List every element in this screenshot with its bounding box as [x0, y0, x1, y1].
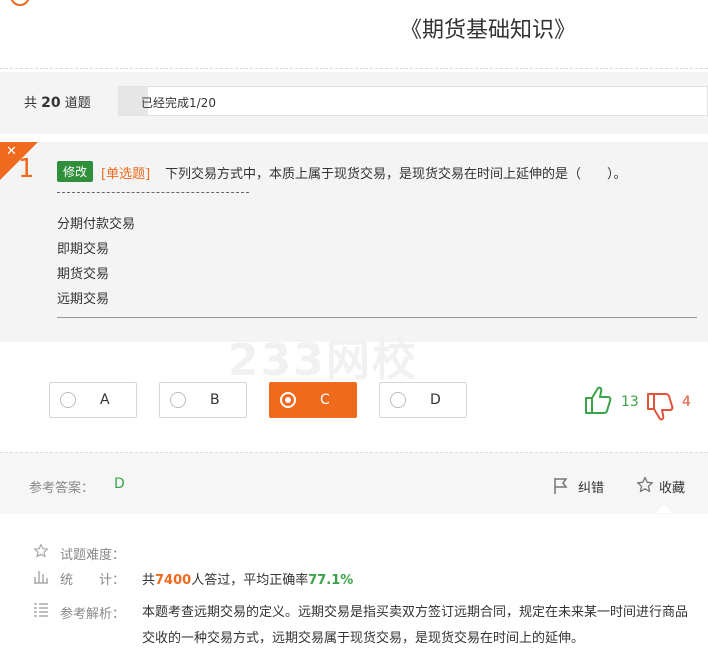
- option-text: 远期交易: [57, 292, 110, 307]
- total-count: 20: [41, 95, 61, 111]
- progress-bar: 已经完成1/20: [118, 86, 708, 116]
- question-divider: [57, 317, 697, 318]
- radio-icon[interactable]: [390, 392, 406, 408]
- stats-rate: 77.1%: [308, 573, 354, 588]
- stats-label: 统 计：: [60, 573, 126, 588]
- total-suffix: 道题: [64, 96, 91, 111]
- stats-prefix: 共: [142, 573, 156, 588]
- progress-section: 共 20 道题 已经完成1/20: [0, 72, 708, 134]
- stats-value: 共7400人答过，平均正确率77.1%: [142, 569, 353, 588]
- option-text: 期货交易: [57, 267, 110, 282]
- choice-label: B: [210, 392, 220, 408]
- star-icon[interactable]: [636, 476, 654, 494]
- analysis-label: 参考解析：: [60, 607, 126, 622]
- choice-a-button[interactable]: A: [49, 382, 137, 418]
- flag-icon[interactable]: [553, 477, 569, 495]
- choice-c-button[interactable]: C: [269, 382, 357, 418]
- report-error-button[interactable]: 纠错: [578, 477, 604, 496]
- choice-label: A: [100, 392, 110, 408]
- choice-label: C: [320, 392, 330, 408]
- watermark: 233网校: [228, 335, 418, 386]
- favorite-button[interactable]: 收藏: [659, 477, 685, 496]
- choice-label: D: [430, 392, 441, 408]
- question-number: 1: [18, 154, 35, 184]
- downvote-count: 4: [682, 394, 691, 410]
- answer-section: 参考答案： D 纠错 收藏: [0, 452, 708, 514]
- radio-selected-icon[interactable]: [280, 392, 296, 408]
- total-prefix: 共: [24, 96, 38, 111]
- difficulty-star-icon: [33, 543, 49, 558]
- answer-value: D: [114, 476, 125, 492]
- question-total: 共 20 道题: [24, 92, 91, 111]
- difficulty-label: 试题难度：: [60, 548, 126, 563]
- option-text: 即期交易: [57, 242, 110, 257]
- close-icon: ✕: [6, 144, 17, 159]
- question-card: ✕ 1 修改 [单选题] 下列交易方式中，本质上属于现货交易，是现货交易在时间上…: [0, 142, 708, 342]
- choice-b-button[interactable]: B: [159, 382, 247, 418]
- answer-label: 参考答案：: [29, 481, 95, 496]
- stats-middle: 人答过，平均正确率: [191, 573, 309, 588]
- title-divider: [0, 68, 708, 69]
- question-text: 下列交易方式中，本质上属于现货交易，是现货交易在时间上延伸的是（ ）。: [165, 167, 627, 182]
- option-text: 分期付款交易: [57, 217, 136, 232]
- option-list: 分期付款交易 即期交易 期货交易 远期交易: [57, 213, 135, 313]
- thumbs-up-icon[interactable]: [584, 385, 612, 415]
- favorite-pointer: [656, 505, 672, 513]
- page-title: 《期货基础知识》: [400, 18, 577, 43]
- edit-button[interactable]: 修改: [57, 161, 94, 182]
- question-dash-divider: [57, 192, 249, 193]
- question-type: [单选题]: [101, 167, 151, 182]
- radio-icon[interactable]: [60, 392, 76, 408]
- thumbs-down-icon[interactable]: [646, 392, 674, 422]
- upvote-count: 13: [621, 394, 639, 410]
- stats-count: 7400: [155, 573, 192, 588]
- stats-chart-icon: [34, 571, 48, 584]
- choice-d-button[interactable]: D: [379, 382, 467, 418]
- radio-icon[interactable]: [170, 392, 186, 408]
- top-circle-icon[interactable]: [10, 0, 30, 6]
- analysis-list-icon: [34, 603, 48, 617]
- analysis-text: 本题考查远期交易的定义。远期交易是指买卖双方签订远期合同，规定在未来某一时间进行…: [142, 605, 689, 646]
- progress-text: 已经完成1/20: [141, 96, 216, 110]
